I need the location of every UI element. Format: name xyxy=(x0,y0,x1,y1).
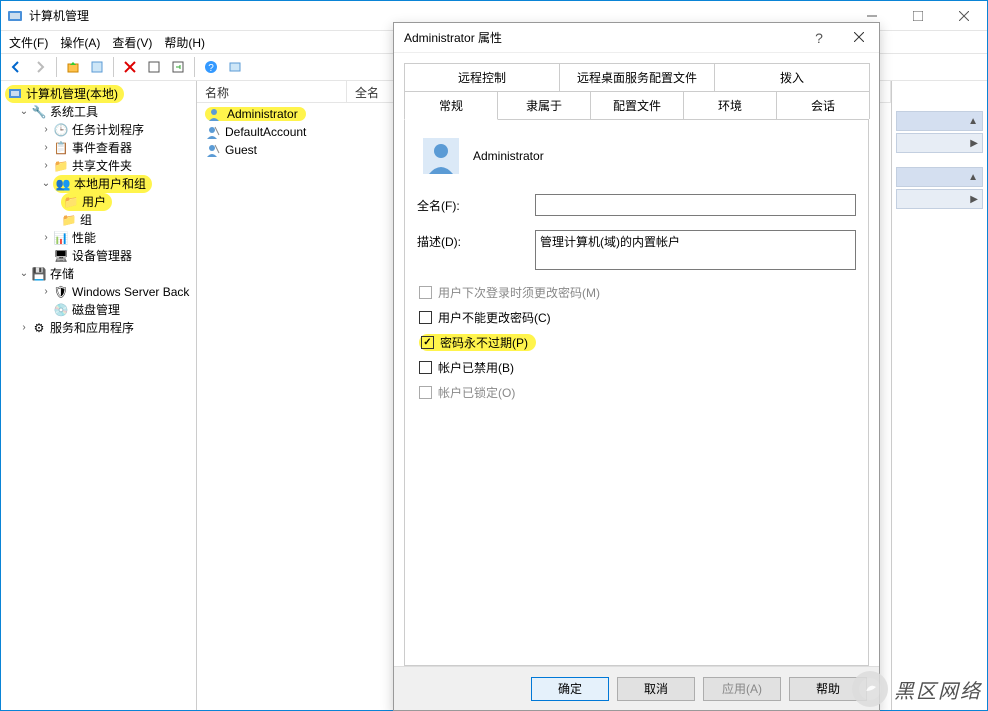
menu-action[interactable]: 操作(A) xyxy=(60,34,100,51)
fullname-label: 全名(F): xyxy=(417,194,535,214)
dialog-buttons: 确定 取消 应用(A) 帮助 xyxy=(394,666,879,710)
chk-cannot-change[interactable]: 用户不能更改密码(C) xyxy=(419,309,856,326)
checkbox-icon xyxy=(419,386,432,399)
checkbox-icon xyxy=(421,336,434,349)
computer-icon xyxy=(7,86,23,102)
tree-performance[interactable]: ›📊性能 xyxy=(1,229,196,247)
apply-button[interactable]: 应用(A) xyxy=(703,677,781,701)
tree-users[interactable]: 📁用户 xyxy=(1,193,196,211)
help-button[interactable]: ? xyxy=(200,56,222,78)
chk-never-expire[interactable]: 密码永不过期(P) xyxy=(419,334,856,351)
acc-row-3[interactable]: ▲ xyxy=(896,167,983,187)
dialog-help-button[interactable]: ? xyxy=(799,30,839,46)
tab-sessions[interactable]: 会话 xyxy=(776,91,870,119)
tree-groups[interactable]: 📁组 xyxy=(1,211,196,229)
tree-system-tools[interactable]: ⌄🔧系统工具 xyxy=(1,103,196,121)
maximize-button[interactable] xyxy=(895,2,941,30)
services-icon: ⚙ xyxy=(31,320,47,336)
tab-profile[interactable]: 配置文件 xyxy=(590,91,684,119)
folder-icon: 📁 xyxy=(63,194,79,210)
chk-must-change: 用户下次登录时须更改密码(M) xyxy=(419,284,856,301)
chk-account-locked: 帐户已锁定(O) xyxy=(419,384,856,401)
perf-icon: 📊 xyxy=(53,230,69,246)
share-icon: 📁 xyxy=(53,158,69,174)
user-avatar-icon xyxy=(423,138,459,174)
event-icon: 📋 xyxy=(53,140,69,156)
storage-icon: 💾 xyxy=(31,266,47,282)
username-label: Administrator xyxy=(473,149,544,163)
folder-icon: 📁 xyxy=(61,212,77,228)
tab-body-general: Administrator 全名(F): 描述(D): 用户下次登录时须更改密码… xyxy=(404,120,869,666)
tree-disk-management[interactable]: 💿磁盘管理 xyxy=(1,301,196,319)
dialog-close-button[interactable] xyxy=(839,31,879,45)
tab-general[interactable]: 常规 xyxy=(404,91,498,120)
description-label: 描述(D): xyxy=(417,230,535,250)
tree-storage[interactable]: ⌄💾存储 xyxy=(1,265,196,283)
tree-wsb[interactable]: ›🛡Windows Server Back xyxy=(1,283,196,301)
col-name[interactable]: 名称 xyxy=(197,81,347,102)
tab-memberof[interactable]: 隶属于 xyxy=(497,91,591,119)
tree-device-manager[interactable]: 🖥设备管理器 xyxy=(1,247,196,265)
triangle-up-icon: ▲ xyxy=(968,172,978,183)
nav-back-button[interactable] xyxy=(5,56,27,78)
tree-local-users-groups[interactable]: ⌄ 👥本地用户和组 xyxy=(1,175,196,193)
triangle-up-icon: ▲ xyxy=(968,116,978,127)
chk-account-disabled[interactable]: 帐户已禁用(B) xyxy=(419,359,856,376)
actions-pane: ▲ ▶ ▲ ▶ xyxy=(892,81,987,710)
properties-button[interactable] xyxy=(86,56,108,78)
app-icon xyxy=(7,8,23,24)
watermark-icon xyxy=(852,671,888,707)
dialog-title: Administrator 属性 xyxy=(404,29,799,46)
acc-row-4[interactable]: ▶ xyxy=(896,189,983,209)
up-button[interactable] xyxy=(62,56,84,78)
refresh-button[interactable] xyxy=(143,56,165,78)
delete-button[interactable] xyxy=(119,56,141,78)
tab-remote-control[interactable]: 远程控制 xyxy=(404,63,560,91)
menu-view[interactable]: 查看(V) xyxy=(112,34,152,51)
acc-row-2[interactable]: ▶ xyxy=(896,133,983,153)
tab-environment[interactable]: 环境 xyxy=(683,91,777,119)
fullname-input[interactable] xyxy=(535,194,856,216)
acc-row-1[interactable]: ▲ xyxy=(896,111,983,131)
tab-rds-profile[interactable]: 远程桌面服务配置文件 xyxy=(559,63,715,91)
extra-button[interactable] xyxy=(224,56,246,78)
ok-button[interactable]: 确定 xyxy=(531,677,609,701)
tree-task-scheduler[interactable]: ›🕒任务计划程序 xyxy=(1,121,196,139)
tree-root[interactable]: 计算机管理(本地) xyxy=(1,85,196,103)
checkbox-icon xyxy=(419,311,432,324)
nav-forward-button[interactable] xyxy=(29,56,51,78)
menu-file[interactable]: 文件(F) xyxy=(9,34,48,51)
tree-pane: 计算机管理(本地) ⌄🔧系统工具 ›🕒任务计划程序 ›📋事件查看器 ›📁共享文件… xyxy=(1,81,197,710)
tree-event-viewer[interactable]: ›📋事件查看器 xyxy=(1,139,196,157)
disk-icon: 💿 xyxy=(53,302,69,318)
clock-icon: 🕒 xyxy=(53,122,69,138)
triangle-right-icon: ▶ xyxy=(970,194,978,205)
checkbox-icon xyxy=(419,361,432,374)
tree-shared-folders[interactable]: ›📁共享文件夹 xyxy=(1,157,196,175)
tab-dialin[interactable]: 拨入 xyxy=(714,63,870,91)
user-icon xyxy=(205,143,221,157)
properties-dialog: Administrator 属性 ? 远程控制 远程桌面服务配置文件 拨入 常规… xyxy=(393,22,880,711)
menu-help[interactable]: 帮助(H) xyxy=(164,34,205,51)
cancel-button[interactable]: 取消 xyxy=(617,677,695,701)
tools-icon: 🔧 xyxy=(31,104,47,120)
dialog-titlebar: Administrator 属性 ? xyxy=(394,23,879,53)
checkbox-icon xyxy=(419,286,432,299)
tree-services-apps[interactable]: ›⚙服务和应用程序 xyxy=(1,319,196,337)
export-button[interactable] xyxy=(167,56,189,78)
triangle-right-icon: ▶ xyxy=(970,138,978,149)
users-icon: 👥 xyxy=(55,176,71,192)
user-icon xyxy=(205,125,221,139)
description-input[interactable] xyxy=(535,230,856,270)
close-button[interactable] xyxy=(941,2,987,30)
svg-text:?: ? xyxy=(208,63,214,74)
watermark: 黑区网络 xyxy=(852,671,982,707)
backup-icon: 🛡 xyxy=(53,284,69,300)
user-icon xyxy=(207,107,223,121)
device-icon: 🖥 xyxy=(53,248,69,264)
